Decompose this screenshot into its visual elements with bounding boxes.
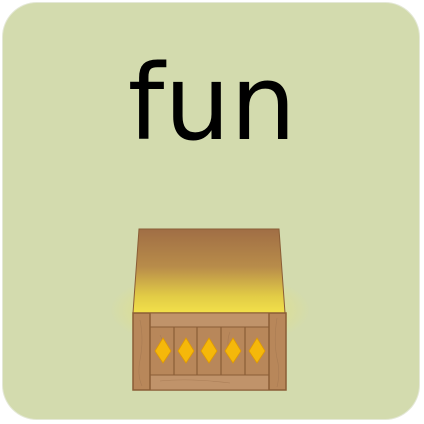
- chest-lid: [132, 228, 286, 314]
- treasure-chest-icon: [110, 228, 310, 391]
